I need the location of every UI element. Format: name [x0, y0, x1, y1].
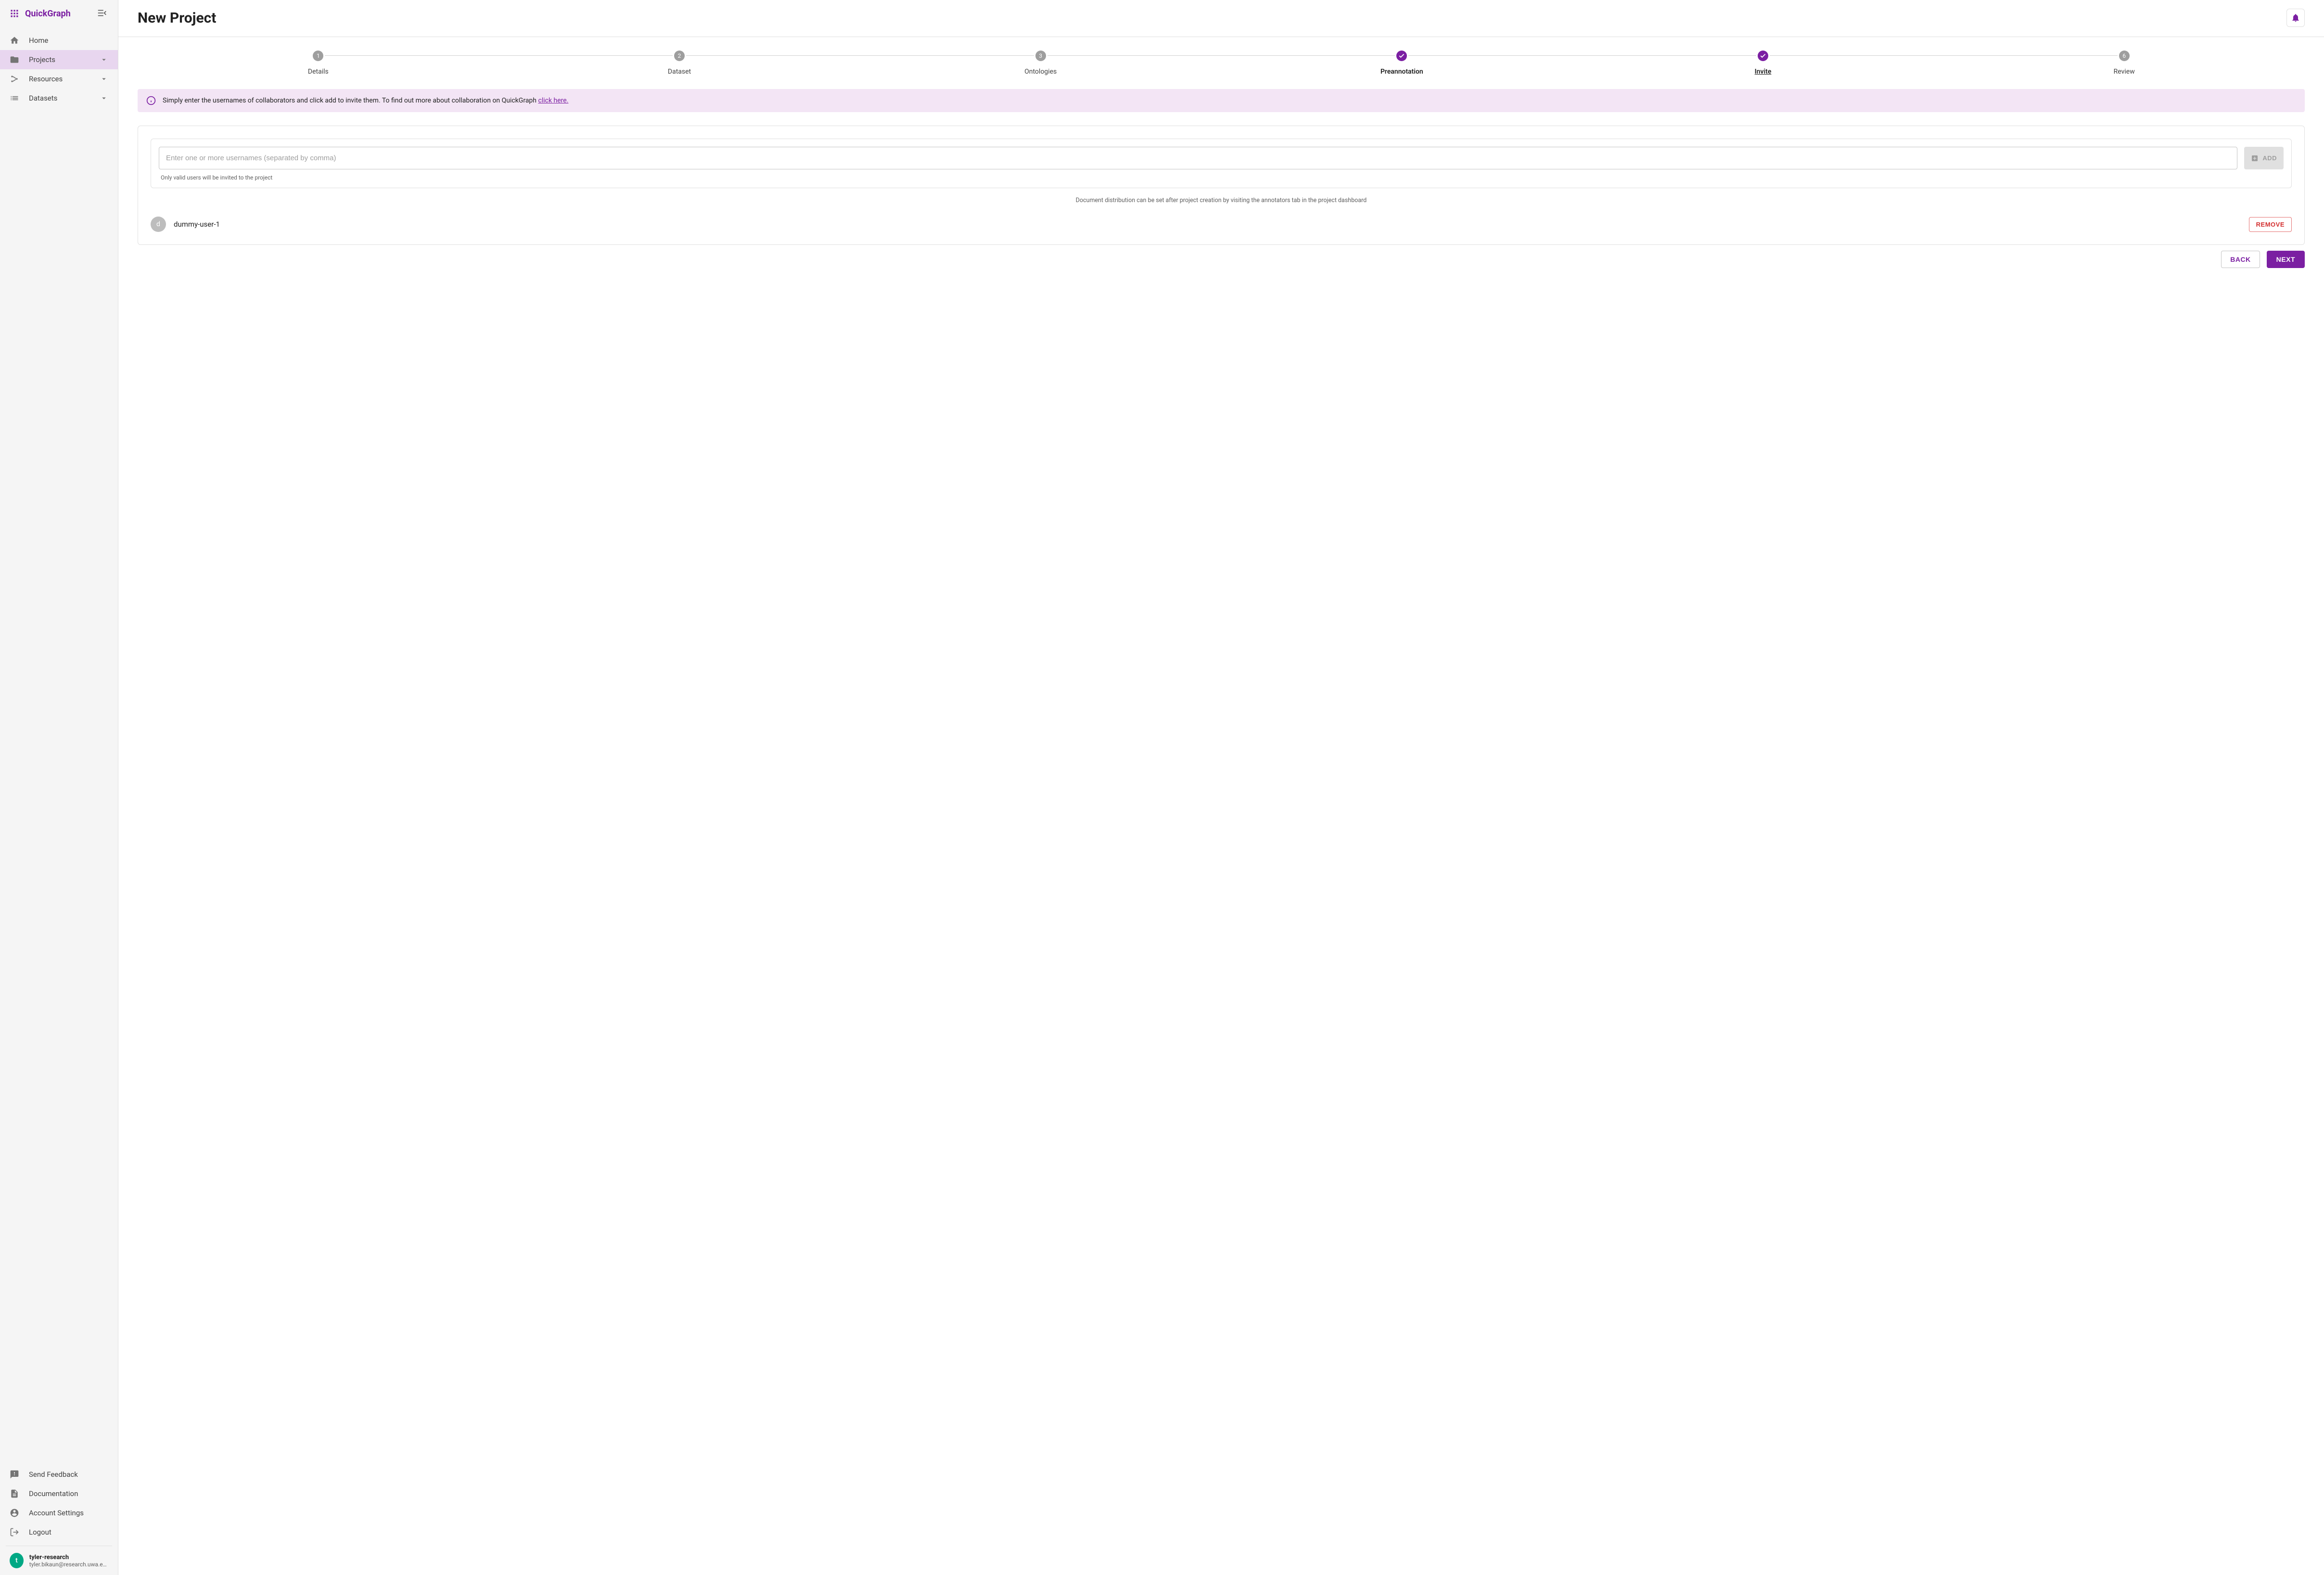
step-number: 3 [1035, 51, 1046, 61]
list-icon [10, 93, 19, 103]
input-section: ADD Only valid users will be invited to … [151, 139, 2292, 188]
sidebar-item-feedback[interactable]: Send Feedback [0, 1465, 118, 1484]
page-title: New Project [138, 10, 216, 26]
sidebar-nav-bottom: Send Feedback Documentation Account Sett… [0, 1461, 118, 1546]
distribution-note: Document distribution can be set after p… [151, 197, 2292, 204]
add-button[interactable]: ADD [2244, 147, 2284, 169]
notifications-button[interactable] [2286, 9, 2305, 27]
nav-label: Logout [29, 1528, 108, 1537]
banner-msg: Simply enter the usernames of collaborat… [163, 97, 538, 104]
resources-icon [10, 74, 19, 84]
banner-text: Simply enter the usernames of collaborat… [163, 97, 568, 104]
sidebar-item-projects[interactable]: Projects [0, 50, 118, 69]
step-label: Preannotation [1380, 68, 1423, 76]
nav-label: Resources [29, 75, 90, 83]
sidebar-item-datasets[interactable]: Datasets [0, 89, 118, 108]
brand-icon [10, 9, 19, 18]
back-button[interactable]: BACK [2221, 251, 2260, 268]
nav-label: Projects [29, 55, 90, 64]
step-label: Details [308, 68, 329, 76]
info-banner: Simply enter the usernames of collaborat… [138, 89, 2305, 112]
user-avatar: t [10, 1553, 24, 1568]
user-email: tyler.bikaun@research.uwa.edu.au [29, 1561, 108, 1568]
step-label: Invite [1755, 68, 1772, 76]
brand-name: QuickGraph [25, 9, 71, 19]
document-icon [10, 1489, 19, 1498]
chevron-down-icon [100, 94, 108, 102]
home-icon [10, 36, 19, 45]
user-section[interactable]: t tyler-research tyler.bikaun@research.u… [6, 1546, 112, 1575]
step-number: 2 [674, 51, 685, 61]
step-check-icon [1758, 51, 1768, 61]
nav-label: Documentation [29, 1489, 108, 1498]
info-icon [146, 96, 156, 105]
collaborator-avatar: d [151, 217, 166, 232]
user-info: tyler-research tyler.bikaun@research.uwa… [29, 1554, 108, 1568]
step-label: Ontologies [1024, 68, 1057, 76]
username-input[interactable] [159, 147, 2237, 169]
sidebar-header: QuickGraph [0, 0, 118, 27]
collaborator-row: d dummy-user-1 REMOVE [151, 217, 2292, 232]
step-number: 1 [313, 51, 323, 61]
chevron-down-icon [100, 75, 108, 83]
plus-icon [2251, 154, 2259, 162]
main: New Project 1 Details 2 Dataset 3 [118, 0, 2324, 1575]
next-button[interactable]: NEXT [2267, 251, 2305, 268]
feedback-icon [10, 1470, 19, 1479]
step-dataset[interactable]: 2 Dataset [499, 51, 860, 76]
input-row: ADD [159, 147, 2284, 169]
footer-buttons: BACK NEXT [138, 251, 2305, 268]
sidebar: QuickGraph Home Projects [0, 0, 118, 1575]
sidebar-item-resources[interactable]: Resources [0, 69, 118, 89]
step-review[interactable]: 6 Review [1943, 51, 2305, 76]
sidebar-item-documentation[interactable]: Documentation [0, 1484, 118, 1503]
logout-icon [10, 1527, 19, 1537]
step-details[interactable]: 1 Details [138, 51, 499, 76]
user-name: tyler-research [29, 1554, 108, 1561]
step-preannotation[interactable]: Preannotation [1221, 51, 1583, 76]
helper-text: Only valid users will be invited to the … [161, 174, 2284, 181]
nav-label: Send Feedback [29, 1470, 108, 1479]
sidebar-item-logout[interactable]: Logout [0, 1523, 118, 1542]
content: 1 Details 2 Dataset 3 Ontologies Preanno… [118, 37, 2324, 282]
sidebar-nav-top: Home Projects Resources [0, 27, 118, 112]
topbar: New Project [118, 0, 2324, 37]
bell-icon [2291, 13, 2300, 23]
collaborator-info: d dummy-user-1 [151, 217, 220, 232]
nav-label: Account Settings [29, 1509, 108, 1517]
folder-icon [10, 55, 19, 64]
step-label: Review [2114, 68, 2135, 76]
chevron-down-icon [100, 55, 108, 64]
step-label: Dataset [668, 68, 691, 76]
remove-button[interactable]: REMOVE [2249, 217, 2292, 232]
account-icon [10, 1508, 19, 1518]
add-label: ADD [2262, 154, 2277, 162]
nav-label: Datasets [29, 94, 90, 102]
brand[interactable]: QuickGraph [10, 9, 71, 19]
collaborator-name: dummy-user-1 [174, 220, 220, 229]
step-ontologies[interactable]: 3 Ontologies [860, 51, 1221, 76]
invite-card: ADD Only valid users will be invited to … [138, 126, 2305, 245]
stepper: 1 Details 2 Dataset 3 Ontologies Preanno… [138, 51, 2305, 76]
step-check-icon [1396, 51, 1407, 61]
sidebar-item-account[interactable]: Account Settings [0, 1503, 118, 1523]
sidebar-collapse-button[interactable] [97, 8, 108, 19]
sidebar-item-home[interactable]: Home [0, 31, 118, 50]
step-number: 6 [2119, 51, 2130, 61]
step-invite[interactable]: Invite [1583, 51, 1944, 76]
nav-label: Home [29, 36, 108, 45]
banner-link[interactable]: click here. [538, 97, 568, 104]
